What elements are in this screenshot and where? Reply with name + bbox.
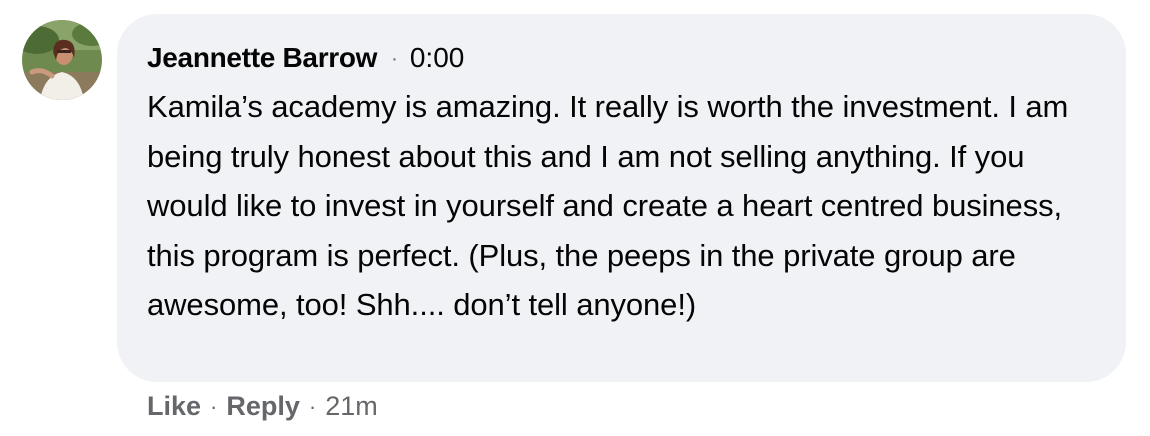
reply-button[interactable]: Reply bbox=[226, 391, 300, 422]
like-button[interactable]: Like bbox=[147, 391, 201, 422]
comment-bubble: Jeannette Barrow · 0:00 Kamila’s academy… bbox=[117, 14, 1126, 382]
avatar-photo bbox=[22, 20, 102, 100]
comment-age[interactable]: 21m bbox=[325, 391, 378, 422]
author-name[interactable]: Jeannette Barrow bbox=[147, 42, 377, 74]
action-separator: · bbox=[210, 393, 218, 419]
avatar[interactable] bbox=[22, 20, 102, 100]
comment-header: Jeannette Barrow · 0:00 bbox=[147, 42, 1126, 74]
comment: Jeannette Barrow · 0:00 Kamila’s academy… bbox=[0, 0, 1150, 436]
action-separator: · bbox=[308, 393, 317, 419]
comment-actions: Like · Reply · 21m bbox=[147, 391, 378, 422]
comment-timestamp[interactable]: 0:00 bbox=[410, 42, 465, 74]
comment-text: Kamila’s academy is amazing. It really i… bbox=[147, 89, 1069, 322]
header-separator: · bbox=[391, 47, 398, 70]
